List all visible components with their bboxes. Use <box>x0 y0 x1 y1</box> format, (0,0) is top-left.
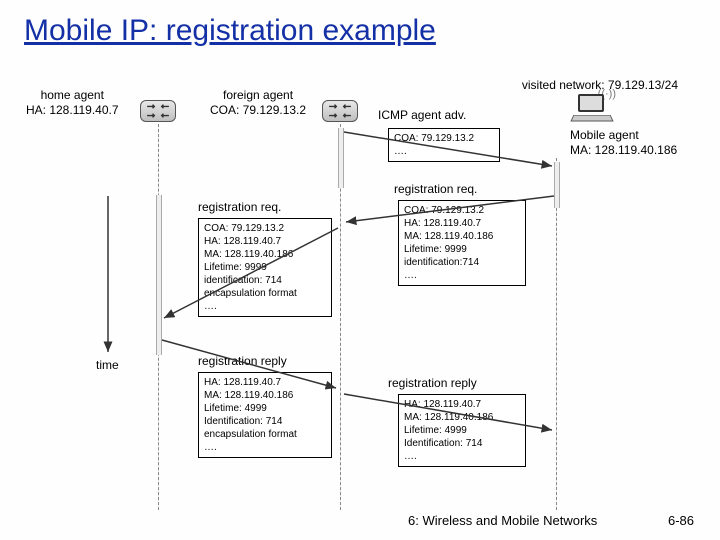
lifeline-fa-active <box>338 128 344 188</box>
foreign-agent-router-icon <box>322 100 358 122</box>
foreign-agent-label: foreign agent COA: 79.129.13.2 <box>210 88 306 118</box>
home-agent-label: home agent HA: 128.119.40.7 <box>26 88 119 118</box>
reg-req-right-label: registration req. <box>394 182 477 196</box>
mobile-agent-label: Mobile agent MA: 128.119.40.186 <box>570 128 677 158</box>
reg-req-left-box: COA: 79.129.13.2HA: 128.119.40.7MA: 128.… <box>198 218 332 317</box>
laptop-icon: ((·)) <box>570 94 614 124</box>
reg-req-left-label: registration req. <box>198 200 281 214</box>
lifeline-ma-active <box>554 162 560 208</box>
lifeline-ma <box>556 158 557 510</box>
icmp-adv-label: ICMP agent adv. <box>378 108 466 122</box>
page-title: Mobile IP: registration example <box>24 14 436 48</box>
icmp-adv-box: COA: 79.129.13.2…. <box>388 128 500 162</box>
page-number: 6-86 <box>668 513 694 528</box>
reg-reply-left-label: registration reply <box>198 354 287 368</box>
home-agent-router-icon <box>140 100 176 122</box>
lifeline-ha-active <box>156 195 162 355</box>
reg-reply-right-label: registration reply <box>388 376 477 390</box>
mobile-agent-title: Mobile agent <box>570 128 639 142</box>
mobile-agent-addr: MA: 128.119.40.186 <box>570 143 677 157</box>
foreign-agent-addr: COA: 79.129.13.2 <box>210 103 306 117</box>
reg-reply-left-box: HA: 128.119.40.7MA: 128.119.40.186Lifeti… <box>198 372 332 458</box>
foreign-agent-title: foreign agent <box>223 88 293 102</box>
time-label: time <box>96 358 119 372</box>
reg-reply-right-box: HA: 128.119.40.7MA: 128.119.40.186Lifeti… <box>398 394 526 467</box>
reg-req-right-box: COA: 79.129.13.2HA: 128.119.40.7MA: 128.… <box>398 200 526 286</box>
home-agent-addr: HA: 128.119.40.7 <box>26 103 119 117</box>
home-agent-title: home agent <box>41 88 104 102</box>
footer-text: 6: Wireless and Mobile Networks <box>408 513 597 528</box>
